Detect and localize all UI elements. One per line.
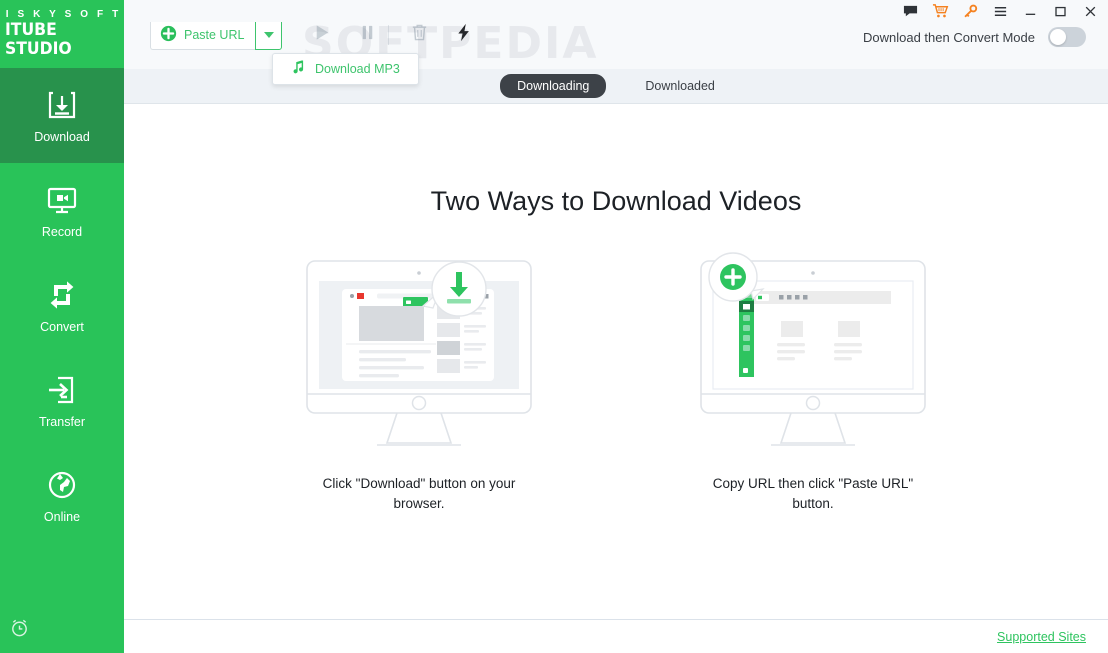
pause-icon [357, 22, 378, 48]
pause-download-button[interactable] [350, 18, 384, 52]
chevron-down-icon [264, 32, 274, 38]
sidebar-item-label: Download [34, 130, 90, 144]
footer-bar: Supported Sites [124, 619, 1108, 653]
tab-downloaded[interactable]: Downloaded [628, 74, 732, 98]
logo-line-itube-studio: ITUBE STUDIO [5, 21, 119, 59]
convert-mode-toggle[interactable] [1048, 27, 1086, 47]
toolbar-divider [388, 25, 389, 45]
sidebar-item-label: Record [42, 225, 82, 239]
download-icon [45, 88, 79, 122]
globe-icon [45, 468, 79, 502]
feedback-icon[interactable] [902, 3, 919, 20]
paste-url-button[interactable]: Paste URL [150, 19, 255, 50]
record-camera-icon [45, 183, 79, 217]
lightning-bolt-icon [453, 22, 474, 48]
panel-paste-url: Copy URL then click "Paste URL" button. [672, 251, 954, 514]
download-mp3-label: Download MP3 [315, 62, 400, 76]
how-to-panels: Click "Download" button on your browser. [124, 251, 1108, 514]
sidebar-footer [0, 607, 124, 653]
page-title: Two Ways to Download Videos [431, 186, 802, 217]
sidebar-item-transfer[interactable]: Transfer [0, 353, 124, 448]
main-pane: Paste URL [124, 0, 1108, 653]
sidebar-item-label: Online [44, 510, 80, 524]
paste-url-dropdown-toggle[interactable] [255, 19, 282, 50]
convert-arrows-icon [45, 278, 79, 312]
panel-browser-download: Click "Download" button on your browser. [278, 251, 560, 514]
start-download-button[interactable] [304, 18, 338, 52]
cart-icon[interactable] [932, 3, 949, 20]
key-icon[interactable] [962, 3, 979, 20]
music-note-icon [291, 59, 306, 79]
browser-download-illustration [299, 251, 539, 456]
convert-mode-control: Download then Convert Mode [863, 27, 1086, 47]
paste-url-illustration [693, 251, 933, 456]
sidebar-item-download[interactable]: Download [0, 68, 124, 163]
panel-caption: Click "Download" button on your browser. [299, 474, 539, 514]
paste-url-group: Paste URL [150, 19, 282, 50]
sidebar-item-online[interactable]: Online [0, 448, 124, 543]
content-area: Two Ways to Download Videos [124, 104, 1108, 653]
sidebar: I S K Y S O F T ITUBE STUDIO Download [0, 0, 124, 653]
delete-trash-icon [409, 22, 430, 48]
window-titlebar [124, 0, 1108, 22]
sidebar-spacer [0, 543, 124, 607]
delete-button[interactable] [402, 18, 436, 52]
supported-sites-link[interactable]: Supported Sites [997, 630, 1086, 644]
sidebar-item-label: Convert [40, 320, 84, 334]
convert-mode-label: Download then Convert Mode [863, 30, 1035, 45]
play-icon [311, 22, 332, 48]
sidebar-item-convert[interactable]: Convert [0, 258, 124, 353]
minimize-icon[interactable] [1022, 3, 1039, 20]
close-icon[interactable] [1082, 3, 1099, 20]
sidebar-item-record[interactable]: Record [0, 163, 124, 258]
sidebar-item-label: Transfer [39, 415, 85, 429]
panel-caption: Copy URL then click "Paste URL" button. [693, 474, 933, 514]
turbo-mode-button[interactable] [446, 18, 480, 52]
alarm-clock-icon[interactable] [9, 617, 30, 643]
app-logo: I S K Y S O F T ITUBE STUDIO [0, 0, 124, 68]
tab-downloading[interactable]: Downloading [500, 74, 606, 98]
transfer-device-icon [45, 373, 79, 407]
paste-url-label: Paste URL [184, 28, 244, 42]
application-window: I S K Y S O F T ITUBE STUDIO Download [0, 0, 1108, 653]
download-mp3-menu-item[interactable]: Download MP3 [272, 53, 419, 85]
toggle-knob [1050, 29, 1066, 45]
plus-circle-icon [160, 25, 177, 45]
maximize-icon[interactable] [1052, 3, 1069, 20]
menu-icon[interactable] [992, 3, 1009, 20]
